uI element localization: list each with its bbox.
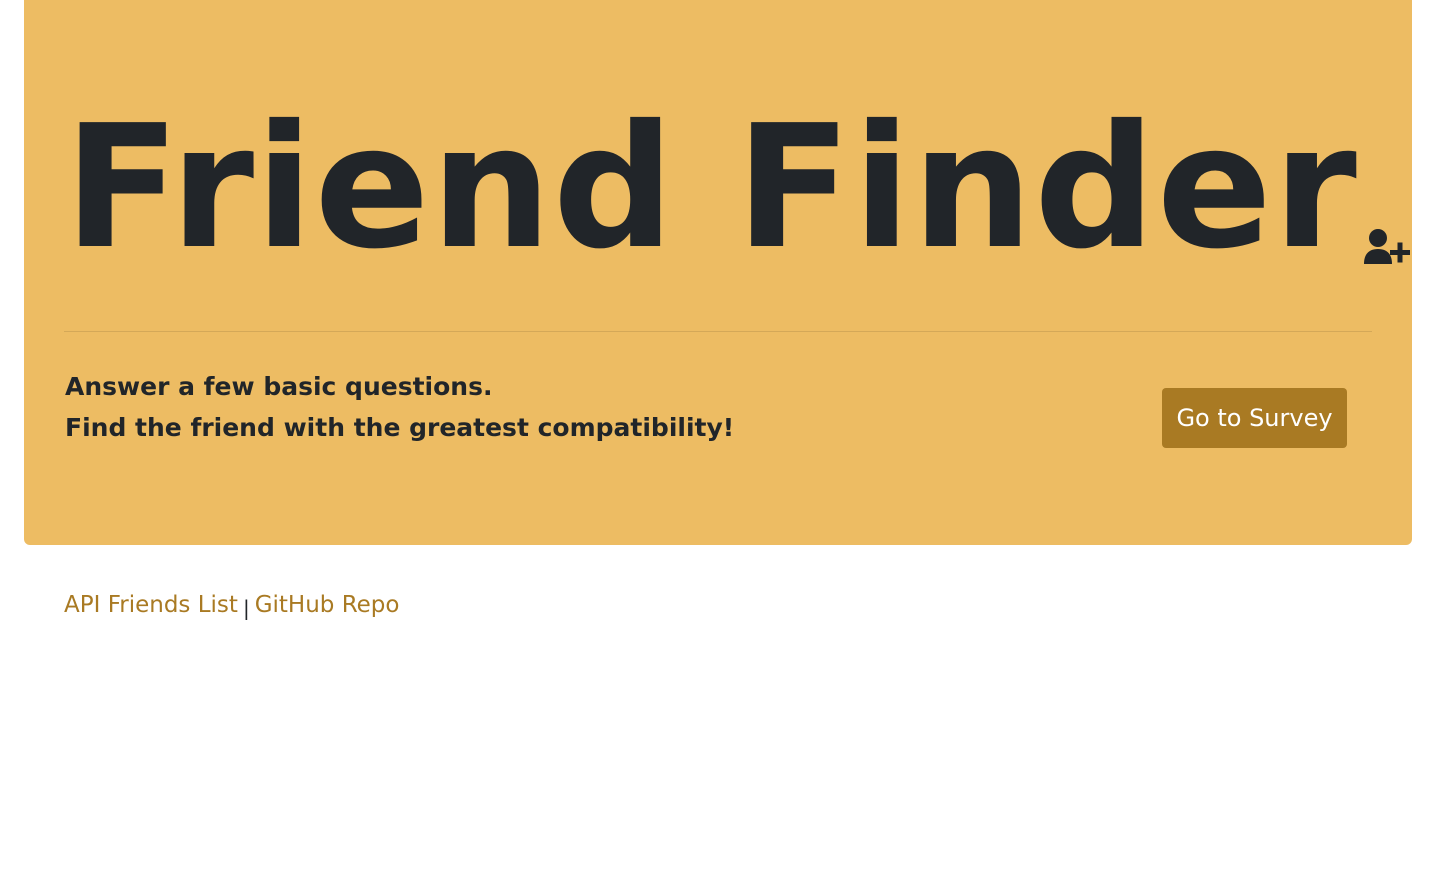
link-separator: | bbox=[242, 596, 250, 620]
github-repo-link[interactable]: GitHub Repo bbox=[255, 592, 400, 618]
footer-links: API Friends List | GitHub Repo bbox=[64, 588, 399, 622]
title-row: Friend Finder bbox=[64, 98, 1412, 278]
tagline: Answer a few basic questions. Find the f… bbox=[65, 366, 734, 448]
api-friends-list-link[interactable]: API Friends List bbox=[64, 592, 238, 618]
divider bbox=[64, 331, 1372, 332]
go-to-survey-button[interactable]: Go to Survey bbox=[1162, 388, 1347, 448]
page-title: Friend Finder bbox=[64, 89, 1358, 287]
tagline-line-1: Answer a few basic questions. bbox=[65, 372, 493, 401]
jumbotron: Friend Finder Answer a few basic questio… bbox=[24, 0, 1412, 545]
user-plus-icon bbox=[1362, 228, 1412, 268]
tagline-line-2: Find the friend with the greatest compat… bbox=[65, 413, 735, 442]
